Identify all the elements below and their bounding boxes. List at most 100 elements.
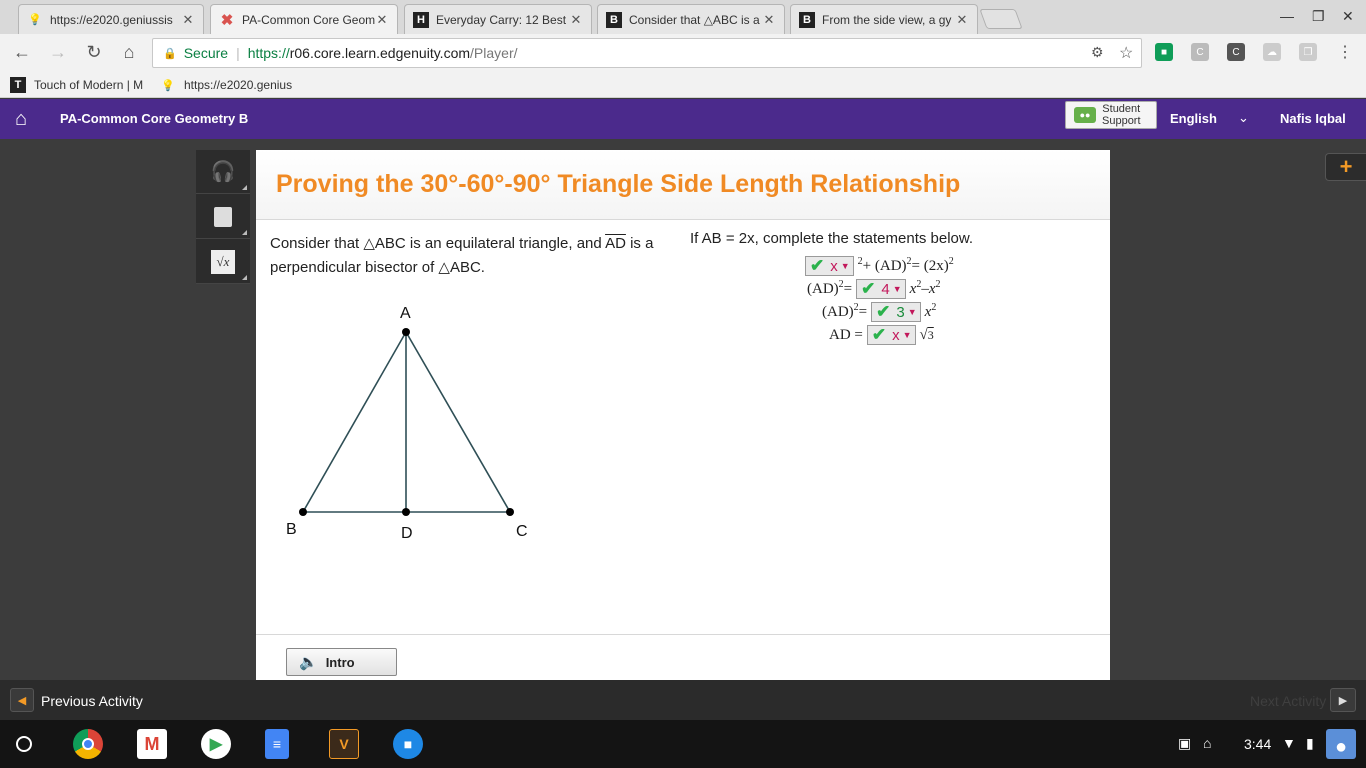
equation-1: ✔ x ▼ 2 + (AD) 2 = (2x) 2 — [801, 256, 954, 276]
home-icon[interactable]: ⌂ — [0, 99, 42, 139]
exponent: 2 — [931, 301, 937, 313]
activity-nav-bar: ◀ Previous Activity Next Activity ▶ — [0, 680, 1366, 720]
caret-left-icon: ◀ — [17, 694, 27, 707]
battery-icon[interactable]: ▮ — [1306, 735, 1314, 752]
account-avatar[interactable]: ● — [1326, 729, 1356, 759]
wifi-icon[interactable]: ▼ — [1282, 735, 1296, 751]
minimize-icon[interactable]: — — [1280, 8, 1294, 24]
close-tab-icon[interactable]: ✕ — [955, 12, 969, 28]
dropdown-arrow-icon: ▼ — [902, 330, 912, 340]
home-icon[interactable]: ⌂ — [118, 42, 140, 63]
answer-dropdown-3[interactable]: ✔ 3 ▼ — [871, 302, 921, 322]
gmail-icon[interactable]: M — [137, 729, 167, 759]
instructions: If AB = 2x, complete the statements belo… — [690, 230, 974, 247]
eq3-equals: = — [858, 303, 868, 320]
previous-activity-label[interactable]: Previous Activity — [41, 693, 143, 709]
chrome-icon[interactable] — [73, 729, 103, 759]
bookmark-star-icon[interactable]: ☆ — [1119, 43, 1133, 63]
student-support-button[interactable]: ●● Student Support — [1065, 101, 1157, 129]
formula-tool[interactable]: √x — [196, 240, 250, 284]
tab-everyday-carry[interactable]: H Everyday Carry: 12 Best ✕ — [404, 4, 592, 34]
tool-rail: 🎧 √x — [196, 150, 250, 284]
dropdown-value: x — [892, 326, 900, 344]
dropdown-arrow-icon: ▼ — [892, 284, 902, 294]
checkmark-icon: ✔ — [861, 279, 876, 298]
intro-audio-button[interactable]: 🔈 Intro — [286, 648, 397, 676]
vertex-b-point — [299, 508, 307, 516]
close-tab-icon[interactable]: ✕ — [375, 12, 389, 28]
eq2-minus: – — [921, 280, 929, 297]
extension-c-dark-icon[interactable]: C — [1227, 43, 1245, 61]
back-arrow-icon[interactable]: ← — [11, 42, 33, 63]
user-name[interactable]: Nafis Iqbal — [1280, 111, 1346, 126]
next-activity-button[interactable]: ▶ — [1330, 688, 1356, 712]
chrome-menu-icon[interactable]: ⋮ — [1334, 42, 1356, 62]
play-store-icon[interactable]: ▶ — [201, 729, 231, 759]
vectr-icon[interactable]: V — [329, 729, 359, 759]
answer-dropdown-2[interactable]: ✔ 4 ▼ — [856, 279, 906, 299]
close-window-icon[interactable]: ✕ — [1342, 8, 1354, 25]
brainly-icon: B — [799, 11, 815, 28]
exponent: 2 — [935, 278, 941, 290]
add-plus-button[interactable]: + — [1325, 153, 1366, 181]
tab-brainly-abc[interactable]: B Consider that △ABC is a ✕ — [597, 4, 785, 34]
tab-title: Everyday Carry: 12 Best — [436, 12, 567, 27]
language-select[interactable]: English — [1170, 111, 1217, 126]
equation-3: (AD) 2 = ✔ 3 ▼ x 2 — [822, 302, 936, 322]
eq2-equals: = — [843, 280, 853, 297]
eq4-lhs: AD = — [829, 326, 863, 343]
close-tab-icon[interactable]: ✕ — [762, 12, 776, 28]
exponent: 2 — [857, 255, 863, 267]
url-scheme: https:// — [247, 45, 290, 61]
point-d — [402, 508, 410, 516]
files-icon[interactable]: ■ — [393, 729, 423, 759]
google-classroom-icon[interactable]: ■ — [1155, 43, 1173, 61]
label-d: D — [401, 525, 413, 542]
home-network-icon[interactable]: ⌂ — [1203, 735, 1211, 751]
close-tab-icon[interactable]: ✕ — [569, 12, 583, 28]
close-tab-icon[interactable]: ✕ — [181, 12, 195, 28]
clock[interactable]: 3:44 — [1244, 736, 1271, 752]
calculator-tool[interactable] — [196, 195, 250, 239]
lock-icon: 🔒 — [163, 47, 177, 60]
bookmark-label: Touch of Modern | M — [34, 78, 144, 92]
bookmark-e2020[interactable]: 💡 https://e2020.genius — [160, 77, 292, 93]
audio-tool[interactable]: 🎧 — [196, 150, 250, 194]
extension-cloud-icon[interactable]: ☁ — [1263, 43, 1281, 61]
intro-label: Intro — [325, 654, 355, 670]
exponent: 2 — [948, 255, 954, 267]
lesson-footer: 🔈 Intro — [256, 634, 1110, 680]
hiconsumption-icon: H — [413, 11, 429, 28]
caret-right-icon: ▶ — [1338, 694, 1348, 707]
chevron-down-icon[interactable]: ⌄ — [1238, 110, 1249, 126]
answer-dropdown-1[interactable]: ✔ x ▼ — [805, 256, 854, 276]
extension-puzzle-icon[interactable]: ⚙ — [1091, 44, 1104, 61]
address-bar[interactable]: 🔒 Secure | https:// r06.core.learn.edgen… — [152, 38, 1142, 68]
new-tab-button[interactable] — [979, 9, 1023, 29]
course-header: ⌂ PA-Common Core Geometry B ●● Student S… — [0, 99, 1366, 139]
equation-2: (AD) 2 = ✔ 4 ▼ x 2 – x 2 — [807, 279, 940, 299]
bookmark-touch-of-modern[interactable]: T Touch of Modern | M — [10, 77, 143, 93]
answer-dropdown-4[interactable]: ✔ x ▼ — [866, 325, 916, 345]
eq3-x: x — [924, 303, 932, 320]
google-docs-icon[interactable]: ≡ — [265, 729, 289, 759]
browser-toolbar: ← → ↻ ⌂ 🔒 Secure | https:// r06.core.lea… — [0, 34, 1366, 72]
forward-arrow-icon[interactable]: → — [47, 42, 69, 63]
screenshot-icon[interactable]: ▣ — [1178, 735, 1191, 752]
triangle-diagram: A B D C — [286, 305, 528, 542]
restore-icon[interactable]: ❐ — [1312, 8, 1325, 25]
tab-edgenuity[interactable]: ✖ PA-Common Core Geom ✕ — [210, 4, 398, 34]
reload-icon[interactable]: ↻ — [83, 42, 105, 63]
dropdown-value: 4 — [881, 280, 890, 298]
launcher-icon[interactable] — [16, 736, 32, 752]
exponent: 2 — [916, 278, 922, 290]
previous-activity-button[interactable]: ◀ — [10, 688, 34, 712]
brainly-icon: B — [606, 11, 622, 28]
eq1-rhs: = (2x) — [911, 257, 949, 274]
checkmark-icon: ✔ — [810, 256, 825, 275]
square-root: √3 — [919, 326, 934, 343]
tab-brainly-side-view[interactable]: B From the side view, a gy ✕ — [790, 4, 978, 34]
tab-e2020[interactable]: 💡 https://e2020.geniussis ✕ — [18, 4, 204, 34]
extension-copy-icon[interactable]: ❐ — [1299, 43, 1317, 61]
extension-c-icon[interactable]: C — [1191, 43, 1209, 61]
